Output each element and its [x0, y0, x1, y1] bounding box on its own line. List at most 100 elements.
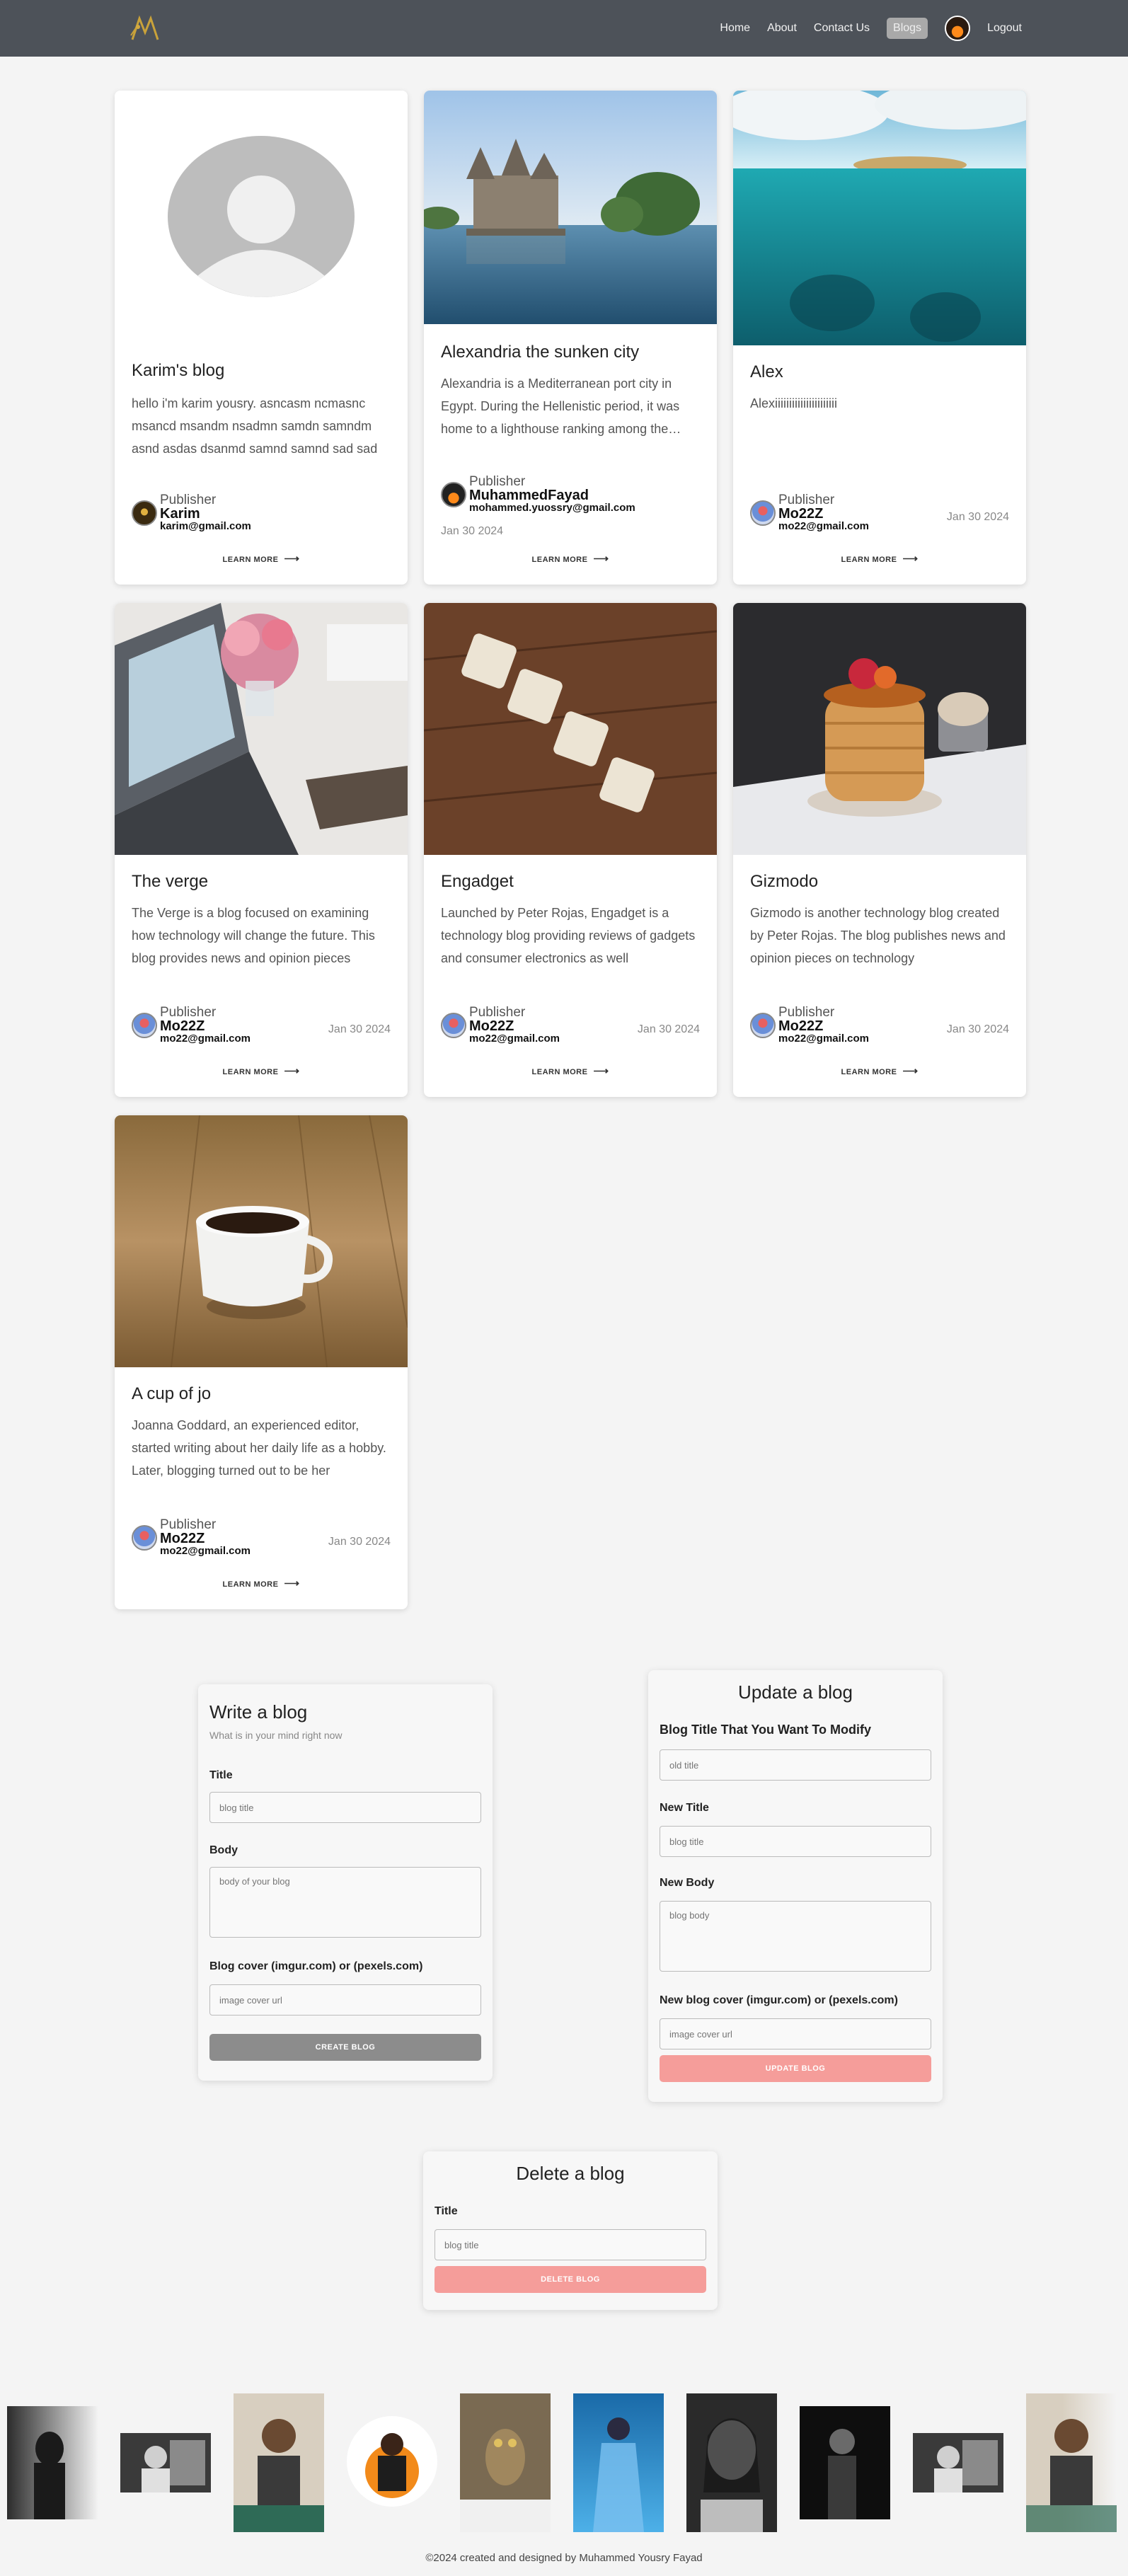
gallery-image — [460, 2393, 551, 2532]
blog-card: Karim's blog hello i'm karim yousry. asn… — [115, 91, 408, 585]
site-logo[interactable] — [130, 14, 166, 42]
publisher-info: Publisher Mo22Z mo22@gmail.com — [441, 1006, 560, 1045]
old-title-label: Blog Title That You Want To Modify — [660, 1723, 871, 1737]
publisher-avatar — [750, 1013, 776, 1038]
publisher-info: Publisher Karim karim@gmail.com — [132, 493, 251, 532]
nav-contact-link[interactable]: Contact Us — [814, 22, 870, 35]
card-body: Launched by Peter Rojas, Engadget is a t… — [441, 906, 696, 965]
publisher-name: Mo22Z — [160, 1531, 205, 1546]
card-body: Alexiiiiiiiiiiiiiiiiiiiiii — [750, 396, 837, 410]
blog-body-input[interactable] — [209, 1867, 481, 1938]
post-date: Jan 30 2024 — [946, 1023, 1009, 1035]
user-avatar[interactable] — [945, 16, 971, 41]
publisher-email: mohammed.yuossry@gmail.com — [469, 502, 635, 514]
gallery-image — [120, 2433, 211, 2492]
castle-lake-image — [424, 91, 717, 324]
publisher-name: Mo22Z — [160, 1018, 205, 1034]
card-title: Engadget — [441, 872, 514, 891]
cover-label: Blog cover (imgur.com) or (pexels.com) — [209, 1960, 423, 1972]
update-blog-button[interactable]: UPDATE BLOG — [660, 2055, 931, 2082]
gallery-image — [1026, 2393, 1117, 2532]
publisher-avatar — [750, 500, 776, 526]
delete-form-heading: Delete a blog — [516, 2163, 625, 2184]
learn-more-link[interactable]: LEARN MORE ⟶ — [424, 552, 717, 565]
learn-more-link[interactable]: LEARN MORE ⟶ — [115, 552, 408, 565]
gallery-image — [7, 2406, 98, 2519]
new-title-label: New Title — [660, 1802, 709, 1814]
publisher-email: mo22@gmail.com — [778, 1033, 869, 1045]
publisher-info: Publisher Mo22Z mo22@gmail.com — [750, 1006, 869, 1045]
learn-more-link[interactable]: LEARN MORE ⟶ — [424, 1064, 717, 1077]
default-avatar-image — [115, 91, 408, 331]
gallery-image — [573, 2393, 664, 2532]
footer-credit: ©2024 created and designed by Muhammed Y… — [425, 2552, 703, 2564]
publisher-avatar — [441, 482, 466, 507]
arrow-right-icon: ⟶ — [284, 1577, 300, 1589]
blog-card: Alex Alexiiiiiiiiiiiiiiiiiiiiii Publishe… — [733, 91, 1026, 585]
blog-title-input[interactable] — [209, 1792, 481, 1823]
gallery-image — [347, 2416, 437, 2507]
publisher-label: Publisher — [160, 1517, 217, 1532]
gallery-image — [913, 2433, 1003, 2492]
delete-title-input[interactable] — [434, 2229, 706, 2260]
publisher-email: karim@gmail.com — [160, 520, 251, 532]
card-body: Gizmodo is another technology blog creat… — [750, 906, 1006, 965]
card-title: Alex — [750, 362, 783, 381]
publisher-info: Publisher Mo22Z mo22@gmail.com — [132, 1517, 251, 1557]
post-date: Jan 30 2024 — [441, 525, 504, 537]
title-label: Title — [209, 1769, 233, 1781]
nav-home-link[interactable]: Home — [720, 22, 750, 35]
arrow-right-icon: ⟶ — [902, 553, 919, 565]
publisher-info: Publisher MuhammedFayad mohammed.yuossry… — [441, 474, 635, 514]
card-body: Alexandria is a Mediterranean port city … — [441, 376, 680, 436]
laptop-flowers-image — [115, 603, 408, 855]
delete-blog-button[interactable]: DELETE BLOG — [434, 2266, 706, 2293]
publisher-label: Publisher — [778, 493, 835, 507]
new-cover-label: New blog cover (imgur.com) or (pexels.co… — [660, 1994, 898, 2006]
publisher-name: MuhammedFayad — [469, 488, 589, 503]
old-title-input[interactable] — [660, 1749, 931, 1781]
publisher-name: Karim — [160, 506, 200, 522]
post-date: Jan 30 2024 — [328, 1023, 391, 1035]
new-body-label: New Body — [660, 1877, 715, 1889]
logout-link[interactable]: Logout — [987, 22, 1022, 35]
learn-more-link[interactable]: LEARN MORE ⟶ — [733, 1064, 1026, 1077]
publisher-name: Mo22Z — [469, 1018, 514, 1034]
create-blog-button[interactable]: CREATE BLOG — [209, 2034, 481, 2061]
nav-about-link[interactable]: About — [767, 22, 797, 35]
card-body: hello i'm karim yousry. asncasm ncmasnc … — [132, 396, 378, 456]
learn-more-link[interactable]: LEARN MORE ⟶ — [733, 552, 1026, 565]
publisher-label: Publisher — [160, 1005, 217, 1020]
card-title: The verge — [132, 872, 209, 891]
arrow-right-icon: ⟶ — [593, 1065, 609, 1077]
pancakes-image — [733, 603, 1026, 855]
card-body: Joanna Goddard, an experienced editor, s… — [132, 1418, 386, 1478]
learn-more-link[interactable]: LEARN MORE ⟶ — [115, 1577, 408, 1589]
island-underwater-image — [733, 91, 1026, 345]
new-cover-url-input[interactable] — [660, 2018, 931, 2049]
publisher-label: Publisher — [778, 1005, 835, 1020]
learn-more-link[interactable]: LEARN MORE ⟶ — [115, 1064, 408, 1077]
publisher-avatar — [441, 1013, 466, 1038]
update-form-heading: Update a blog — [738, 1681, 853, 1703]
blog-tiles-image — [424, 603, 717, 855]
nav-blogs-link[interactable]: Blogs — [887, 18, 928, 39]
publisher-info: Publisher Mo22Z mo22@gmail.com — [132, 1006, 251, 1045]
gallery-image — [800, 2406, 890, 2519]
blog-card: Engadget Launched by Peter Rojas, Engadg… — [424, 603, 717, 1097]
card-body: The Verge is a blog focused on examining… — [132, 906, 375, 965]
cover-url-input[interactable] — [209, 1984, 481, 2016]
new-title-input[interactable] — [660, 1826, 931, 1857]
publisher-info: Publisher Mo22Z mo22@gmail.com — [750, 493, 869, 532]
new-body-input[interactable] — [660, 1901, 931, 1972]
publisher-label: Publisher — [469, 474, 526, 489]
delete-blog-form: Delete a blog Title DELETE BLOG — [423, 2151, 718, 2310]
publisher-name: Mo22Z — [778, 506, 824, 522]
body-label: Body — [209, 1844, 238, 1856]
publisher-label: Publisher — [469, 1005, 526, 1020]
publisher-email: mo22@gmail.com — [160, 1545, 251, 1557]
post-date: Jan 30 2024 — [946, 511, 1009, 523]
update-blog-form: Update a blog Blog Title That You Want T… — [648, 1670, 943, 2102]
top-navbar: Home About Contact Us Blogs Logout — [0, 0, 1128, 57]
card-title: Gizmodo — [750, 872, 819, 891]
